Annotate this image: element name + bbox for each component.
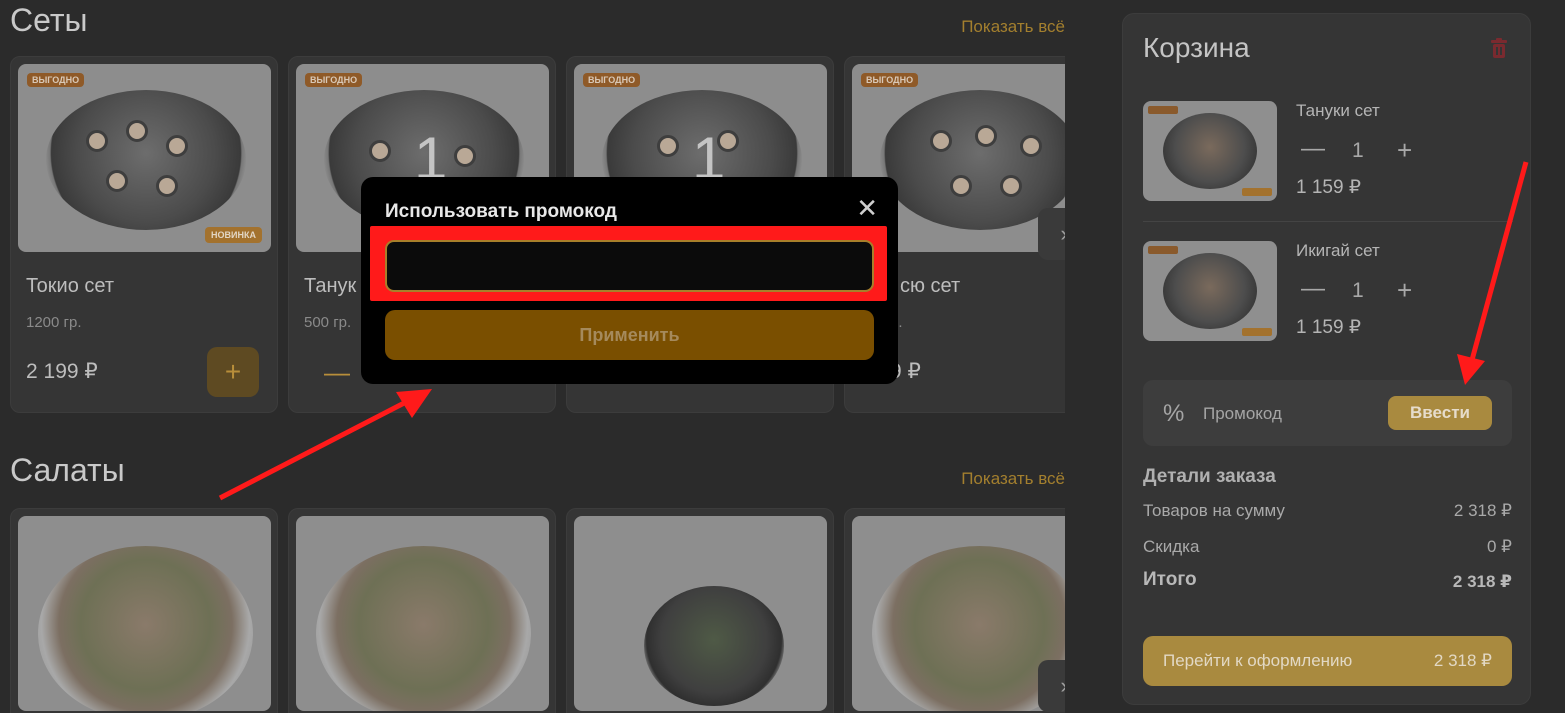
product-image xyxy=(18,516,271,711)
decrease-quantity-button[interactable]: — xyxy=(1301,135,1325,163)
modal-title: Использовать промокод xyxy=(385,201,617,222)
product-price: 2 199 ₽ xyxy=(26,360,98,383)
order-details-title: Детали заказа xyxy=(1143,466,1276,487)
product-image xyxy=(574,516,827,711)
cart-item-quantity: 1 xyxy=(1352,279,1364,302)
subtotal-label: Товаров на сумму xyxy=(1143,501,1285,520)
discount-value: 0 ₽ xyxy=(1487,537,1512,556)
promo-code-modal: Использовать промокод ✕ Применить xyxy=(361,177,898,384)
percent-icon: % xyxy=(1163,400,1185,427)
product-card[interactable]: ВЫГОДНО НОВИНКА Токио сет 1200 гр. 2 199… xyxy=(10,56,278,413)
promo-code-input[interactable] xyxy=(385,240,874,292)
product-name: сю сет xyxy=(900,275,961,297)
discount-label: Скидка xyxy=(1143,537,1200,556)
cart-panel: Корзина Тануки сет — 1 + 1 159 ₽ Икигай … xyxy=(1122,13,1531,705)
section-title-sets: Сеты xyxy=(10,2,88,38)
increase-quantity-button[interactable]: + xyxy=(1397,135,1412,166)
cart-item: Икигай сет — 1 + 1 159 ₽ xyxy=(1143,241,1513,341)
enter-promo-button[interactable]: Ввести xyxy=(1388,396,1492,430)
cart-title: Корзина xyxy=(1143,32,1250,63)
product-plate-picture xyxy=(46,90,246,230)
increase-quantity-button[interactable]: + xyxy=(1397,275,1412,306)
cart-item-price: 1 159 ₽ xyxy=(1296,317,1361,338)
product-card[interactable] xyxy=(288,508,556,713)
product-card[interactable] xyxy=(566,508,834,713)
salads-cards-row xyxy=(10,508,1065,713)
show-all-sets-link[interactable]: Показать всё xyxy=(961,17,1065,37)
cart-item: Тануки сет — 1 + 1 159 ₽ xyxy=(1143,101,1513,201)
add-to-cart-button[interactable]: + xyxy=(207,347,259,397)
sets-next-arrow[interactable]: › xyxy=(1038,208,1065,260)
checkout-button[interactable]: Перейти к оформлению 2 318 ₽ xyxy=(1143,636,1512,686)
trash-icon[interactable] xyxy=(1490,38,1508,58)
product-name: Токио сет xyxy=(26,275,114,297)
badge-profitable: ВЫГОДНО xyxy=(583,73,641,87)
total-row: Итого 2 318 ₽ xyxy=(1143,569,1512,591)
close-icon[interactable]: ✕ xyxy=(856,193,878,224)
cart-item-image xyxy=(1143,101,1277,201)
subtotal-value: 2 318 ₽ xyxy=(1453,501,1512,520)
apply-promo-button[interactable]: Применить xyxy=(385,310,874,360)
product-image xyxy=(852,516,1065,711)
product-card[interactable] xyxy=(10,508,278,713)
cart-item-price: 1 159 ₽ xyxy=(1296,177,1361,198)
product-weight: 1200 гр. xyxy=(26,314,82,331)
badge-profitable: ВЫГОДНО xyxy=(305,73,363,87)
promo-code-row: % Промокод Ввести xyxy=(1143,380,1512,446)
product-image: ВЫГОДНО НОВИНКА xyxy=(18,64,271,252)
checkout-label: Перейти к оформлению xyxy=(1163,651,1353,670)
product-weight: 500 гр. xyxy=(304,314,352,331)
salads-next-arrow[interactable]: › xyxy=(1038,660,1065,712)
discount-row: Скидка 0 ₽ xyxy=(1143,537,1512,557)
badge-profitable: ВЫГОДНО xyxy=(27,73,85,87)
divider xyxy=(1143,221,1513,222)
product-plate-picture xyxy=(880,90,1065,230)
cart-item-image xyxy=(1143,241,1277,341)
section-title-salads: Салаты xyxy=(10,452,125,488)
checkout-sum: 2 318 ₽ xyxy=(1433,651,1492,670)
cart-item-name: Тануки сет xyxy=(1296,101,1380,120)
promo-code-label: Промокод xyxy=(1203,404,1282,423)
badge-profitable: ВЫГОДНО xyxy=(861,73,919,87)
subtotal-row: Товаров на сумму 2 318 ₽ xyxy=(1143,501,1512,521)
decrease-quantity-button[interactable]: — xyxy=(324,357,350,388)
product-card[interactable] xyxy=(844,508,1065,713)
cart-item-name: Икигай сет xyxy=(1296,241,1380,260)
product-image xyxy=(296,516,549,711)
total-value: 2 318 ₽ xyxy=(1452,572,1512,591)
badge-new: НОВИНКА xyxy=(205,227,262,243)
decrease-quantity-button[interactable]: — xyxy=(1301,275,1325,303)
cart-item-quantity: 1 xyxy=(1352,139,1364,162)
total-label: Итого xyxy=(1143,569,1197,590)
show-all-salads-link[interactable]: Показать всё xyxy=(961,469,1065,489)
product-name: Танук xyxy=(304,275,357,297)
